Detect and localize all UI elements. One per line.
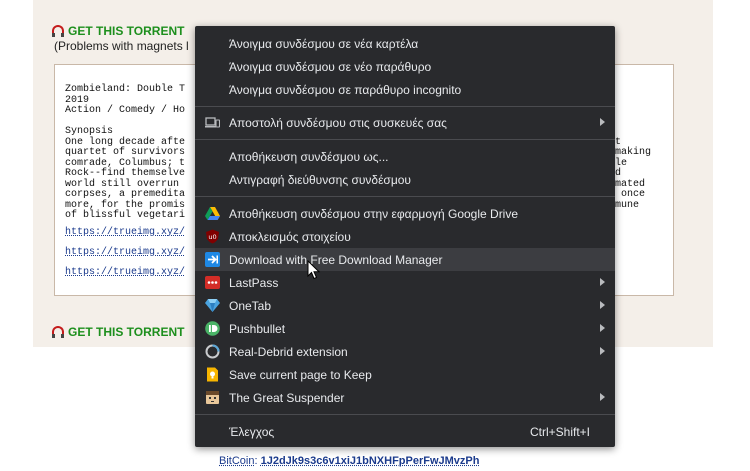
menu-item-download-fdm[interactable]: Download with Free Download Manager bbox=[195, 248, 615, 271]
menu-item-pushbullet[interactable]: Pushbullet bbox=[195, 317, 615, 340]
torrent-link-label[interactable]: GET THIS TORRENT bbox=[68, 325, 184, 339]
menu-item-label: Αποθήκευση συνδέσμου στην εφαρμογή Googl… bbox=[229, 206, 519, 221]
menu-item-label: Άνοιγμα συνδέσμου σε παράθυρο incognito bbox=[229, 82, 462, 97]
torrent-link-bottom[interactable]: GET THIS TORRENT bbox=[52, 325, 184, 339]
ublock-icon: u0 bbox=[206, 229, 219, 244]
great-suspender-icon bbox=[206, 391, 219, 404]
desc-fragment: once bbox=[615, 189, 646, 200]
fdm-icon bbox=[205, 252, 220, 267]
menu-item-open-new-tab[interactable]: Άνοιγμα συνδέσμου σε νέα καρτέλα bbox=[195, 32, 615, 55]
submenu-arrow-icon bbox=[600, 118, 605, 126]
submenu-arrow-icon bbox=[600, 347, 605, 355]
menu-item-save-to-google-drive[interactable]: Αποθήκευση συνδέσμου στην εφαρμογή Googl… bbox=[195, 202, 615, 225]
bitcoin-label[interactable]: BitCoin bbox=[219, 455, 254, 467]
menu-item-label: Αντιγραφή διεύθυνσης συνδέσμου bbox=[229, 172, 411, 187]
menu-item-label: Άνοιγμα συνδέσμου σε νέο παράθυρο bbox=[229, 59, 432, 74]
desc-line: Zombieland: Double T bbox=[65, 84, 186, 95]
submenu-arrow-icon bbox=[600, 324, 605, 332]
desc-fragment: making bbox=[615, 147, 652, 158]
menu-item-label: The Great Suspender bbox=[229, 390, 345, 405]
menu-item-lastpass[interactable]: LastPass bbox=[195, 271, 615, 294]
submenu-arrow-icon bbox=[600, 393, 605, 401]
menu-item-label: Save current page to Keep bbox=[229, 367, 372, 382]
menu-item-save-to-keep[interactable]: Save current page to Keep bbox=[195, 363, 615, 386]
onetab-icon bbox=[205, 299, 220, 312]
torrent-link-top[interactable]: GET THIS TORRENT bbox=[52, 24, 184, 38]
image-link[interactable]: https://trueimg.xyz/ bbox=[65, 227, 185, 238]
menu-item-label: Download with Free Download Manager bbox=[229, 252, 443, 267]
desc-line: Synopsis bbox=[65, 126, 114, 137]
problems-note: (Problems with magnets l bbox=[54, 39, 189, 53]
menu-item-block-element[interactable]: u0 Αποκλεισμός στοιχείου bbox=[195, 225, 615, 248]
desc-fragment: d bbox=[615, 168, 622, 179]
pushbullet-icon bbox=[205, 321, 220, 336]
web-page: GET THIS TORRENT (Problems with magnets … bbox=[0, 0, 750, 471]
image-link[interactable]: https://trueimg.xyz/ bbox=[65, 267, 185, 278]
menu-item-real-debrid[interactable]: Real-Debrid extension bbox=[195, 340, 615, 363]
menu-item-copy-link-address[interactable]: Αντιγραφή διεύθυνσης συνδέσμου bbox=[195, 168, 615, 191]
mouse-cursor-icon bbox=[307, 260, 321, 280]
menu-separator bbox=[195, 196, 615, 197]
menu-separator bbox=[195, 414, 615, 415]
laptop-phone-icon bbox=[205, 117, 220, 128]
desc-fragment: mune bbox=[615, 199, 640, 211]
magnet-icon bbox=[52, 25, 64, 37]
menu-item-label: Αποστολή συνδέσμου στις συσκευές σας bbox=[229, 115, 447, 130]
google-drive-icon bbox=[205, 207, 220, 220]
desc-line: corpses, a premedita bbox=[65, 189, 186, 200]
menu-item-open-incognito[interactable]: Άνοιγμα συνδέσμου σε παράθυρο incognito bbox=[195, 78, 615, 101]
menu-item-onetab[interactable]: OneTab bbox=[195, 294, 615, 317]
menu-item-inspect[interactable]: Έλεγχος Ctrl+Shift+I bbox=[195, 420, 615, 443]
bitcoin-line[interactable]: BitCoin: 1J2dJk9s3c6v1xiJ1bNXHFpPerFwJMv… bbox=[219, 455, 479, 467]
submenu-arrow-icon bbox=[600, 278, 605, 286]
menu-item-label: Άνοιγμα συνδέσμου σε νέα καρτέλα bbox=[229, 36, 419, 51]
menu-item-shortcut: Ctrl+Shift+I bbox=[529, 424, 590, 439]
menu-item-label: Real-Debrid extension bbox=[229, 344, 348, 359]
desc-line: quartet of survivors bbox=[65, 147, 186, 158]
menu-item-label: Αποθήκευση συνδέσμου ως... bbox=[229, 149, 389, 164]
image-link[interactable]: https://trueimg.xyz/ bbox=[65, 247, 185, 258]
menu-item-label: Έλεγχος bbox=[229, 424, 275, 439]
desc-line: Rock--find themselve bbox=[65, 168, 186, 179]
menu-separator bbox=[195, 106, 615, 107]
bitcoin-address[interactable]: 1J2dJk9s3c6v1xiJ1bNXHFpPerFwJMvzPh bbox=[261, 455, 480, 467]
svg-text:u0: u0 bbox=[208, 233, 216, 241]
menu-separator bbox=[195, 139, 615, 140]
menu-item-send-to-devices[interactable]: Αποστολή συνδέσμου στις συσκευές σας bbox=[195, 111, 615, 134]
menu-item-save-link-as[interactable]: Αποθήκευση συνδέσμου ως... bbox=[195, 145, 615, 168]
menu-item-open-new-window[interactable]: Άνοιγμα συνδέσμου σε νέο παράθυρο bbox=[195, 55, 615, 78]
menu-item-label: OneTab bbox=[229, 298, 272, 313]
menu-item-label: LastPass bbox=[229, 275, 279, 290]
menu-item-label: Αποκλεισμός στοιχείου bbox=[229, 229, 351, 244]
submenu-arrow-icon bbox=[600, 301, 605, 309]
torrent-link-label[interactable]: GET THIS TORRENT bbox=[68, 24, 184, 38]
real-debrid-icon bbox=[205, 344, 220, 359]
context-menu: Άνοιγμα συνδέσμου σε νέα καρτέλα Άνοιγμα… bbox=[195, 26, 615, 447]
keep-icon bbox=[207, 367, 218, 382]
menu-item-great-suspender[interactable]: The Great Suspender bbox=[195, 386, 615, 409]
desc-line: of blissful vegetari bbox=[65, 210, 186, 221]
menu-item-label: Pushbullet bbox=[229, 321, 286, 336]
desc-line: Action / Comedy / Ho bbox=[65, 105, 186, 116]
magnet-icon bbox=[52, 326, 64, 338]
lastpass-icon bbox=[205, 276, 220, 289]
